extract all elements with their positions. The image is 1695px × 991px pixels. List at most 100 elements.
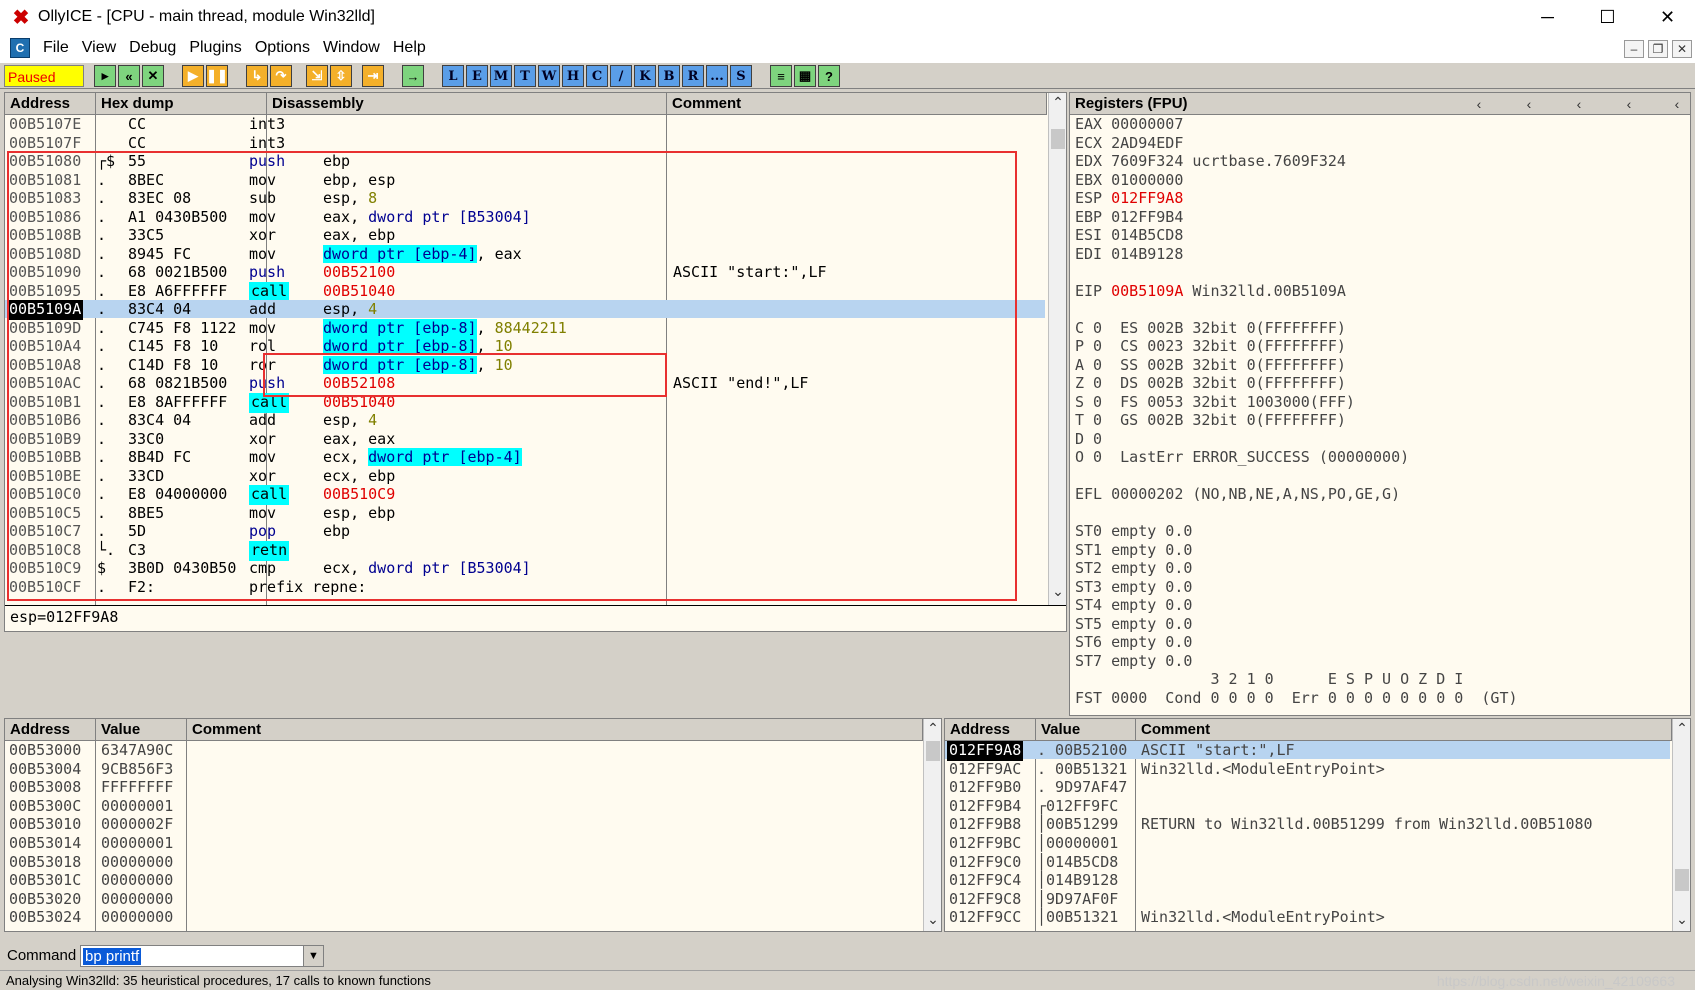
dump-scroll-thumb[interactable] bbox=[926, 741, 940, 761]
menu-window[interactable]: Window bbox=[323, 39, 380, 57]
restart-icon[interactable]: « bbox=[118, 65, 140, 87]
reg-nav-left-icon-5[interactable]: ‹ bbox=[1668, 96, 1686, 112]
windows-button[interactable]: W bbox=[538, 65, 560, 87]
goto-icon[interactable]: → bbox=[402, 65, 424, 87]
minimize-button[interactable]: ─ bbox=[1520, 0, 1575, 34]
register-line[interactable]: ST7 empty 0.0 bbox=[1075, 652, 1192, 670]
stack-row[interactable]: 012FF9B0 . 9D97AF47 bbox=[945, 778, 1670, 796]
col-header-address[interactable]: Address bbox=[5, 93, 96, 115]
threads-button[interactable]: T bbox=[514, 65, 536, 87]
dump-scroll-down-icon[interactable]: ⌄ bbox=[924, 911, 941, 928]
dump-row[interactable]: 00B53004 9CB856F3 bbox=[5, 760, 921, 778]
stack-row[interactable]: 012FF9C0 │014B5CD8 bbox=[945, 853, 1670, 871]
close-debuggee-icon[interactable]: ✕ bbox=[142, 65, 164, 87]
execute-till-return-icon[interactable]: ⇥ bbox=[362, 65, 384, 87]
stack-row[interactable]: 012FF9BC │00000001 bbox=[945, 834, 1670, 852]
register-line[interactable]: D 0 bbox=[1075, 430, 1102, 448]
register-line[interactable]: Z 0 DS 002B 32bit 0(FFFFFFFF) bbox=[1075, 374, 1346, 392]
stack-scroll-down-icon[interactable]: ⌄ bbox=[1673, 911, 1690, 928]
breakpoints-button[interactable]: B bbox=[658, 65, 680, 87]
dump-row[interactable]: 00B53018 00000000 bbox=[5, 853, 921, 871]
executable-modules-button[interactable]: E bbox=[466, 65, 488, 87]
register-line[interactable]: 3 2 1 0 E S P U O Z D I bbox=[1075, 670, 1463, 688]
mdi-close-button[interactable]: ✕ bbox=[1672, 40, 1692, 58]
register-line[interactable]: C 0 ES 002B 32bit 0(FFFFFFFF) bbox=[1075, 319, 1346, 337]
scroll-down-icon[interactable]: ⌄ bbox=[1049, 583, 1066, 600]
source-button[interactable]: S bbox=[730, 65, 752, 87]
register-line[interactable]: ECX 2AD94EDF bbox=[1075, 134, 1183, 152]
pause-icon[interactable]: ❚❚ bbox=[206, 65, 228, 87]
register-line[interactable]: EDI 014B9128 bbox=[1075, 245, 1183, 263]
dump-row[interactable]: 00B53014 00000001 bbox=[5, 834, 921, 852]
log-window-button[interactable]: L bbox=[442, 65, 464, 87]
stack-scroll-thumb[interactable] bbox=[1675, 869, 1689, 891]
trace-over-icon[interactable]: ⇳ bbox=[330, 65, 352, 87]
register-line[interactable]: EFL 00000202 (NO,NB,NE,A,NS,PO,GE,G) bbox=[1075, 485, 1400, 503]
stack-row[interactable]: 012FF9AC . 00B51321 Win32lld.<ModuleEntryP… bbox=[945, 760, 1670, 778]
dump-row[interactable]: 00B53008 FFFFFFFF bbox=[5, 778, 921, 796]
menu-view[interactable]: View bbox=[82, 39, 116, 57]
dump-scroll-up-icon[interactable]: ⌃ bbox=[924, 720, 941, 737]
open-icon[interactable]: ▸ bbox=[94, 65, 116, 87]
register-line[interactable]: EIP 00B5109A Win32lld.00B5109A bbox=[1075, 282, 1346, 300]
dump-row[interactable]: 00B5300C 00000001 bbox=[5, 797, 921, 815]
run-trace-button[interactable]: ... bbox=[706, 65, 728, 87]
col-header-hex-dump[interactable]: Hex dump bbox=[96, 93, 267, 115]
close-button[interactable]: ✕ bbox=[1640, 0, 1695, 34]
register-line[interactable]: ESP 012FF9A8 bbox=[1075, 189, 1183, 207]
menu-plugins[interactable]: Plugins bbox=[189, 39, 241, 57]
reg-nav-left-icon-3[interactable]: ‹ bbox=[1570, 96, 1588, 112]
register-line[interactable]: EDX 7609F324 ucrtbase.7609F324 bbox=[1075, 152, 1346, 170]
menu-debug[interactable]: Debug bbox=[129, 39, 176, 57]
register-line[interactable]: ST2 empty 0.0 bbox=[1075, 559, 1192, 577]
reg-nav-left-icon-4[interactable]: ‹ bbox=[1620, 96, 1638, 112]
scroll-thumb[interactable] bbox=[1051, 129, 1065, 149]
run-icon[interactable]: ▶ bbox=[182, 65, 204, 87]
trace-into-icon[interactable]: ⇲ bbox=[306, 65, 328, 87]
memory-map-button[interactable]: M bbox=[490, 65, 512, 87]
stack-scrollbar[interactable]: ⌃ ⌄ bbox=[1672, 719, 1690, 931]
register-line[interactable]: S 0 FS 0053 32bit 1003000(FFF) bbox=[1075, 393, 1355, 411]
chevron-down-icon[interactable]: ▼ bbox=[303, 946, 323, 966]
disasm-row[interactable]: 00B5107F CC int3 bbox=[5, 134, 1045, 152]
call-stack-button[interactable]: K bbox=[634, 65, 656, 87]
options-grid-icon[interactable]: ▦ bbox=[794, 65, 816, 87]
cpu-window-icon[interactable]: C bbox=[10, 38, 30, 58]
menu-file[interactable]: File bbox=[43, 39, 69, 57]
dump-row[interactable]: 00B53010 0000002F bbox=[5, 815, 921, 833]
step-over-icon[interactable]: ↷ bbox=[270, 65, 292, 87]
scroll-up-icon[interactable]: ⌃ bbox=[1049, 94, 1066, 111]
register-line[interactable]: ST1 empty 0.0 bbox=[1075, 541, 1192, 559]
step-into-icon[interactable]: ↳ bbox=[246, 65, 268, 87]
menu-help[interactable]: Help bbox=[393, 39, 426, 57]
register-line[interactable]: ST4 empty 0.0 bbox=[1075, 596, 1192, 614]
reg-nav-left-icon-1[interactable]: ‹ bbox=[1470, 96, 1488, 112]
register-line[interactable]: T 0 GS 002B 32bit 0(FFFFFFFF) bbox=[1075, 411, 1346, 429]
register-line[interactable]: A 0 SS 002B 32bit 0(FFFFFFFF) bbox=[1075, 356, 1346, 374]
register-line[interactable]: EBP 012FF9B4 bbox=[1075, 208, 1183, 226]
patches-button[interactable]: / bbox=[610, 65, 632, 87]
stack-col-value[interactable]: Value bbox=[1036, 719, 1136, 741]
stack-col-comment[interactable]: Comment bbox=[1136, 719, 1672, 741]
list-icon[interactable]: ≡ bbox=[770, 65, 792, 87]
dump-col-value[interactable]: Value bbox=[96, 719, 187, 741]
register-line[interactable]: EAX 00000007 bbox=[1075, 115, 1183, 133]
mdi-restore-button[interactable]: ❐ bbox=[1648, 40, 1668, 58]
disasm-row[interactable]: 00B5107E CC int3 bbox=[5, 115, 1045, 133]
register-line[interactable]: ST0 empty 0.0 bbox=[1075, 522, 1192, 540]
dump-col-address[interactable]: Address bbox=[5, 719, 96, 741]
stack-row[interactable]: 012FF9C4 │014B9128 bbox=[945, 871, 1670, 889]
dump-row[interactable]: 00B53024 00000000 bbox=[5, 908, 921, 926]
register-line[interactable]: ST5 empty 0.0 bbox=[1075, 615, 1192, 633]
reg-nav-left-icon-2[interactable]: ‹ bbox=[1520, 96, 1538, 112]
register-line[interactable]: ESI 014B5CD8 bbox=[1075, 226, 1183, 244]
stack-scroll-up-icon[interactable]: ⌃ bbox=[1673, 720, 1690, 737]
register-line[interactable]: O 0 LastErr ERROR_SUCCESS (00000000) bbox=[1075, 448, 1409, 466]
menu-options[interactable]: Options bbox=[255, 39, 310, 57]
command-input[interactable]: bp printf ▼ bbox=[80, 945, 324, 967]
register-line[interactable]: FST 0000 Cond 0 0 0 0 Err 0 0 0 0 0 0 0 … bbox=[1075, 689, 1518, 707]
maximize-button[interactable]: ☐ bbox=[1580, 0, 1635, 34]
disassembly-scrollbar[interactable]: ⌃ ⌄ bbox=[1048, 93, 1066, 605]
references-button[interactable]: R bbox=[682, 65, 704, 87]
cpu-button[interactable]: C bbox=[586, 65, 608, 87]
